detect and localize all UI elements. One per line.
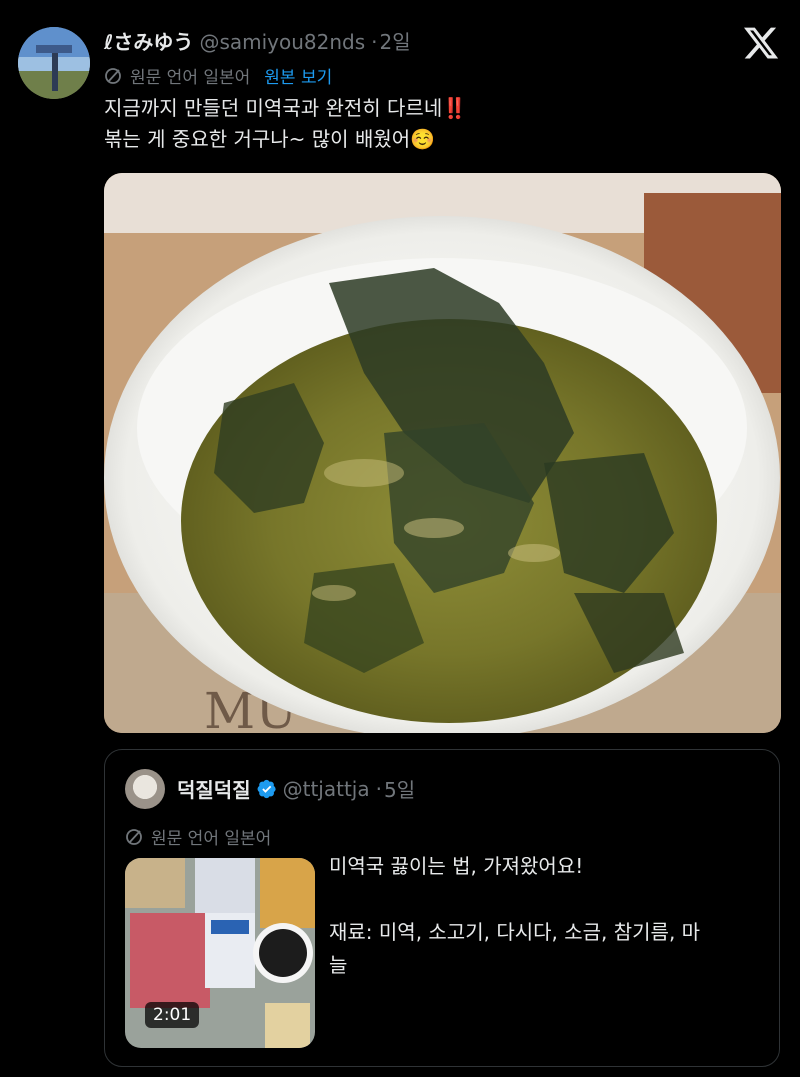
tweet-photo[interactable]: MU — [104, 173, 781, 733]
globe-slash-icon — [126, 828, 142, 845]
globe-slash-icon — [105, 67, 121, 84]
video-thumbnail[interactable]: 2:01 — [125, 858, 315, 1048]
x-logo-icon[interactable] — [742, 24, 780, 62]
timestamp[interactable]: 5일 — [384, 774, 415, 803]
view-original-link[interactable]: 원본 보기 — [264, 63, 332, 88]
avatar-image — [18, 27, 90, 99]
display-name[interactable]: ℓさみゆう — [104, 30, 193, 54]
verified-badge-icon — [257, 779, 276, 798]
quoted-text-line: 미역국 끓이는 법, 가져왔어요! — [329, 854, 584, 878]
tweet-text-line: 지금까지 만들던 미역국과 완전히 다르네‼️ — [104, 96, 468, 120]
avatar[interactable] — [125, 769, 165, 809]
quoted-tweet-header: 덕질덕질 @ttjattja · 5일 — [177, 774, 415, 803]
separator-dot: · — [375, 776, 382, 801]
avatar[interactable] — [18, 27, 90, 99]
quoted-tweet[interactable]: 덕질덕질 @ttjattja · 5일 원문 언어 일본어 2:01 미역국 끓이는 — [104, 749, 780, 1067]
quoted-text-line: 늘 — [329, 953, 348, 977]
handle[interactable]: @ttjattja — [283, 777, 370, 801]
video-duration: 2:01 — [145, 1002, 200, 1028]
translation-row: 원문 언어 일본어 — [125, 824, 271, 849]
translation-note: 원문 언어 일본어 — [130, 68, 251, 88]
tweet-text-line: 볶는 게 중요한 거구나~ 많이 배웠어☺️ — [104, 127, 436, 151]
translation-row: 원문 언어 일본어 원본 보기 — [104, 63, 332, 88]
translation-note: 원문 언어 일본어 — [151, 829, 272, 849]
quoted-tweet-text: 미역국 끓이는 법, 가져왔어요! 재료: 미역, 소고기, 다시다, 소금, … — [329, 850, 759, 982]
seaweed-soup-photo: MU — [104, 173, 781, 733]
tweet-text: 지금까지 만들던 미역국과 완전히 다르네‼️ 볶는 게 중요한 거구나~ 많이… — [104, 93, 467, 155]
separator-dot: · — [371, 30, 378, 54]
timestamp[interactable]: 2일 — [380, 30, 411, 54]
tweet-header: ℓさみゆう @samiyou82nds · 2일 — [104, 26, 411, 55]
handle[interactable]: @samiyou82nds — [199, 30, 365, 54]
quoted-text-line: 재료: 미역, 소고기, 다시다, 소금, 참기름, 마 — [329, 920, 701, 944]
display-name[interactable]: 덕질덕질 — [177, 774, 251, 803]
